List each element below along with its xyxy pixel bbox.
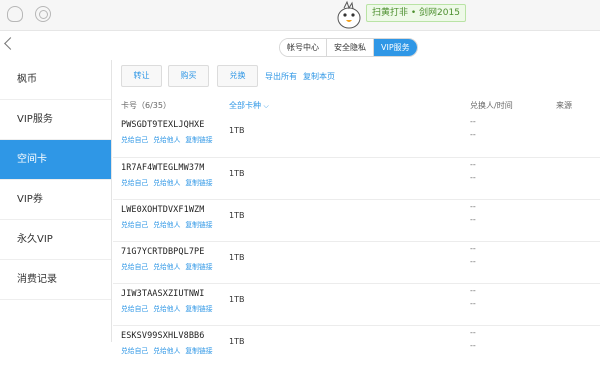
redeem-self-link[interactable]: 兑给自己 bbox=[121, 347, 148, 355]
copy-link[interactable]: 复制链接 bbox=[185, 136, 212, 144]
redeem-self-link[interactable]: 兑给自己 bbox=[121, 221, 148, 229]
redeem-time: -- bbox=[470, 215, 476, 224]
table-row: LWE0XOHTDVXF1WZM 兑给自己 兑给他人 复制链接 1TB -- -- bbox=[113, 199, 600, 241]
copy-link[interactable]: 复制链接 bbox=[185, 263, 212, 271]
copy-page-link[interactable]: 复制本页 bbox=[303, 71, 335, 82]
cloud-icon[interactable] bbox=[7, 6, 23, 22]
card-code: 1R7AF4WTEGLMW37M bbox=[121, 163, 205, 173]
card-capacity: 1TB bbox=[229, 211, 245, 220]
promo-badge[interactable]: 扫黄打非 • 剑网2015 bbox=[366, 4, 466, 22]
card-code: PWSGDT9TEXLJQHXE bbox=[121, 120, 205, 130]
sidebar-item-vip-voucher[interactable]: VIP券 bbox=[0, 180, 111, 220]
tab-account-center[interactable]: 帐号中心 bbox=[280, 39, 327, 56]
copy-link[interactable]: 复制链接 bbox=[185, 305, 212, 313]
redeem-self-link[interactable]: 兑给自己 bbox=[121, 179, 148, 187]
sidebar-item-permanent-vip[interactable]: 永久VIP bbox=[0, 220, 111, 260]
table-row: ESKSV99SXHLV8BB6 兑给自己 兑给他人 复制链接 1TB -- -- bbox=[113, 325, 600, 367]
top-bar: 扫黄打非 • 剑网2015 bbox=[0, 0, 600, 31]
col-user-time: 兑换人/时间 bbox=[470, 101, 513, 110]
copy-link[interactable]: 复制链接 bbox=[185, 179, 212, 187]
card-capacity: 1TB bbox=[229, 126, 245, 135]
card-capacity: 1TB bbox=[229, 169, 245, 178]
tab-security-privacy[interactable]: 安全隐私 bbox=[327, 39, 374, 56]
col-card-number: 卡号（6/35） bbox=[121, 101, 171, 110]
card-code: LWE0XOHTDVXF1WZM bbox=[121, 205, 205, 215]
tab-vip-service[interactable]: VIP服务 bbox=[374, 39, 417, 56]
redeem-time: -- bbox=[470, 341, 476, 350]
redeem-self-link[interactable]: 兑给自己 bbox=[121, 305, 148, 313]
table-header: 卡号（6/35） 全部卡种 ⌵ 兑换人/时间 来源 bbox=[113, 96, 600, 114]
table-row: 1R7AF4WTEGLMW37M 兑给自己 兑给他人 复制链接 1TB -- -- bbox=[113, 157, 600, 199]
sidebar-item-purchase-history[interactable]: 消费记录 bbox=[0, 260, 111, 300]
row-actions: 兑给自己 兑给他人 复制链接 bbox=[121, 261, 218, 271]
redeemer: -- bbox=[470, 117, 476, 126]
sidebar-item-vip-service[interactable]: VIP服务 bbox=[0, 100, 111, 140]
card-code: ESKSV99SXHLV8BB6 bbox=[121, 331, 205, 341]
sub-bar: 帐号中心 安全隐私 VIP服务 bbox=[0, 32, 600, 60]
redeemer: -- bbox=[470, 244, 476, 253]
table-row: JIW3TAASXZIUTNWI 兑给自己 兑给他人 复制链接 1TB -- -- bbox=[113, 283, 600, 325]
back-arrow-icon[interactable] bbox=[4, 37, 17, 50]
redeem-other-link[interactable]: 兑给他人 bbox=[153, 263, 180, 271]
row-actions: 兑给自己 兑给他人 复制链接 bbox=[121, 134, 218, 144]
redeem-time: -- bbox=[470, 173, 476, 182]
main-panel: 转让 购买 兑换 导出所有 复制本页 卡号（6/35） 全部卡种 ⌵ 兑换人/时… bbox=[113, 60, 600, 355]
redeem-time: -- bbox=[470, 130, 476, 139]
target-icon[interactable] bbox=[35, 6, 51, 22]
buy-button[interactable]: 购买 bbox=[168, 65, 209, 87]
col-source: 来源 bbox=[556, 101, 572, 110]
card-list: PWSGDT9TEXLJQHXE 兑给自己 兑给他人 复制链接 1TB -- -- … bbox=[113, 115, 600, 367]
row-actions: 兑给自己 兑给他人 复制链接 bbox=[121, 219, 218, 229]
card-code: JIW3TAASXZIUTNWI bbox=[121, 289, 205, 299]
redeem-other-link[interactable]: 兑给他人 bbox=[153, 221, 180, 229]
chevron-down-icon: ⌵ bbox=[263, 102, 269, 110]
redeem-other-link[interactable]: 兑给他人 bbox=[153, 136, 180, 144]
export-all-link[interactable]: 导出所有 bbox=[265, 71, 297, 82]
toolbar: 转让 购买 兑换 导出所有 复制本页 bbox=[113, 60, 600, 95]
sidebar: 枫币 VIP服务 空间卡 VIP券 永久VIP 消费记录 bbox=[0, 60, 112, 342]
card-type-filter-label: 全部卡种 bbox=[229, 101, 261, 110]
redeem-self-link[interactable]: 兑给自己 bbox=[121, 263, 148, 271]
redeem-other-link[interactable]: 兑给他人 bbox=[153, 179, 180, 187]
redeemer: -- bbox=[470, 202, 476, 211]
card-capacity: 1TB bbox=[229, 253, 245, 262]
row-actions: 兑给自己 兑给他人 复制链接 bbox=[121, 177, 218, 187]
sidebar-item-maple-coin[interactable]: 枫币 bbox=[0, 60, 111, 100]
sidebar-item-space-card[interactable]: 空间卡 bbox=[0, 140, 111, 180]
transfer-button[interactable]: 转让 bbox=[121, 65, 162, 87]
redeemer: -- bbox=[470, 160, 476, 169]
mascot-icon bbox=[337, 0, 361, 29]
redeem-time: -- bbox=[470, 299, 476, 308]
redeem-self-link[interactable]: 兑给自己 bbox=[121, 136, 148, 144]
card-capacity: 1TB bbox=[229, 295, 245, 304]
copy-link[interactable]: 复制链接 bbox=[185, 221, 212, 229]
tab-group: 帐号中心 安全隐私 VIP服务 bbox=[279, 38, 418, 57]
redeemer: -- bbox=[470, 328, 476, 337]
redeem-other-link[interactable]: 兑给他人 bbox=[153, 347, 180, 355]
copy-link[interactable]: 复制链接 bbox=[185, 347, 212, 355]
redeem-time: -- bbox=[470, 257, 476, 266]
table-row: PWSGDT9TEXLJQHXE 兑给自己 兑给他人 复制链接 1TB -- -- bbox=[113, 115, 600, 157]
card-type-filter[interactable]: 全部卡种 ⌵ bbox=[229, 100, 269, 111]
redeem-other-link[interactable]: 兑给他人 bbox=[153, 305, 180, 313]
exchange-button[interactable]: 兑换 bbox=[217, 65, 258, 87]
redeemer: -- bbox=[470, 286, 476, 295]
table-row: 71G7YCRTDBPQL7PE 兑给自己 兑给他人 复制链接 1TB -- -- bbox=[113, 241, 600, 283]
row-actions: 兑给自己 兑给他人 复制链接 bbox=[121, 345, 218, 355]
row-actions: 兑给自己 兑给他人 复制链接 bbox=[121, 303, 218, 313]
card-code: 71G7YCRTDBPQL7PE bbox=[121, 247, 205, 257]
